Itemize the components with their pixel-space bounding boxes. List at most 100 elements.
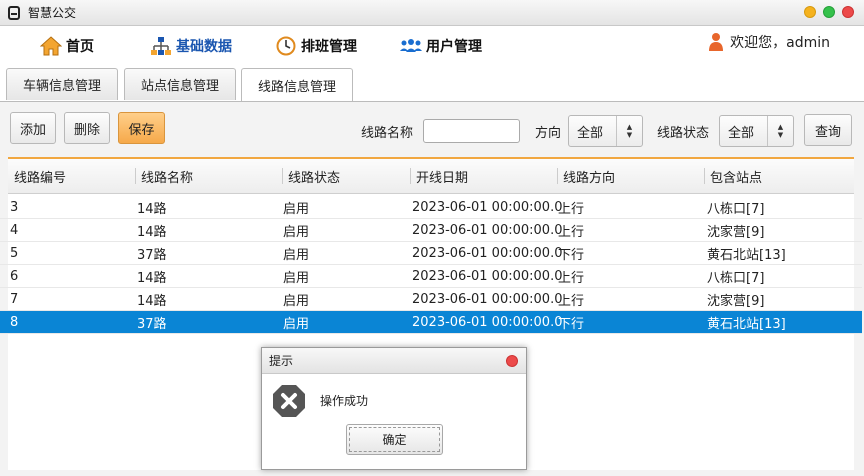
table-cell: 启用 [283,225,310,240]
bus-icon [8,5,20,20]
column-header[interactable]: 线路状态 [288,159,340,194]
users-icon [400,36,422,56]
nav-item-label: 用户管理 [426,39,482,55]
tab-route-info[interactable]: 线路信息管理 [241,68,353,102]
table-cell: 下行 [558,317,585,332]
table-cell: 2023-06-01 00:00:00.0 [412,200,563,215]
home-icon [40,36,62,56]
table-cell: 2023-06-01 00:00:00.0 [412,269,563,284]
table-cell: 启用 [283,202,310,217]
user-welcome: 欢迎您，admin [708,32,830,52]
table-cell: 5 [10,246,19,261]
table-cell: 八栋口[7] [707,271,765,286]
title-bar: 智慧公交 [0,0,864,26]
user-icon [708,32,724,52]
add-button[interactable]: 添加 [10,112,56,144]
dialog-ok-button[interactable]: 确定 [346,424,443,455]
table-row[interactable]: 5 37路 启用 2023-06-01 00:00:00.0 下行 黄石北站[13] [0,242,862,265]
minimize-button[interactable] [804,6,816,18]
table-cell: 上行 [558,202,585,217]
column-header[interactable]: 线路编号 [14,159,66,194]
table-row[interactable]: 4 14路 启用 2023-06-01 00:00:00.0 上行 沈家营[9] [0,219,862,242]
table-cell: 上行 [558,294,585,309]
status-label: 线路状态 [657,126,710,141]
nav-item-home[interactable]: 首页 [40,36,94,56]
spinner-arrows-icon: ▲ ▼ [767,116,793,146]
table-cell: 上行 [558,225,585,240]
table-cell: 3 [10,200,19,215]
table-cell: 2023-06-01 00:00:00.0 [412,246,563,261]
tab-label: 车辆信息管理 [22,79,101,94]
table-row[interactable]: 7 14路 启用 2023-06-01 00:00:00.0 上行 沈家营[9] [0,288,862,311]
route-name-label: 线路名称 [361,126,414,141]
table-cell: 37路 [137,248,167,263]
direction-select[interactable]: 全部 ▲ ▼ [568,115,643,147]
alert-dialog: 提示 操作成功 确定 [261,347,527,470]
maximize-button[interactable] [823,6,835,18]
column-header[interactable]: 线路方向 [563,159,615,194]
nav-item-label: 首页 [66,39,94,55]
table-cell: 上行 [558,271,585,286]
toolbar: 添加 删除 保存 线路名称 方向 全部 ▲ ▼ 线路状态 全部 ▲ ▼ 查询 [0,102,864,156]
table-cell: 启用 [283,294,310,309]
nav-item-schedule[interactable]: 排班管理 [275,36,357,56]
column-header[interactable]: 线路名称 [141,159,193,194]
window-controls [804,6,854,18]
table-cell: 2023-06-01 00:00:00.0 [412,292,563,307]
direction-label: 方向 [535,126,562,141]
column-header[interactable]: 包含站点 [710,159,762,194]
window-title: 智慧公交 [28,6,77,20]
dialog-close-button[interactable] [506,355,518,367]
table-cell: 启用 [283,317,310,332]
table-cell: 14路 [137,225,167,240]
table-row[interactable]: 8 37路 启用 2023-06-01 00:00:00.0 下行 黄石北站[13] [0,311,862,334]
status-select[interactable]: 全部 ▲ ▼ [719,115,794,147]
table-cell: 黄石北站[13] [707,248,786,263]
nav-item-label: 排班管理 [301,39,357,55]
nav-item-users[interactable]: 用户管理 [400,36,482,56]
table-cell: 启用 [283,248,310,263]
module-tabs: 车辆信息管理 站点信息管理 线路信息管理 [0,68,864,102]
table-cell: 37路 [137,317,167,332]
dialog-title: 提示 [269,354,294,368]
dialog-message: 操作成功 [320,394,369,408]
table-cell: 启用 [283,271,310,286]
tab-label: 站点信息管理 [140,79,219,94]
main-nav: 首页 基础数据 排班管理 用户管理 欢迎您，admin [0,26,864,68]
direction-value: 全部 [577,125,604,141]
table-cell: 14路 [137,271,167,286]
query-button[interactable]: 查询 [804,114,852,146]
table-header: 线路编号 线路名称 线路状态 开线日期 线路方向 包含站点 [8,159,854,194]
table-cell: 沈家营[9] [707,225,765,240]
spinner-arrows-icon: ▲ ▼ [616,116,642,146]
table-cell: 八栋口[7] [707,202,765,217]
table-cell: 黄石北站[13] [707,317,786,332]
table-cell: 7 [10,292,19,307]
save-button[interactable]: 保存 [118,112,165,144]
clock-icon [275,36,297,56]
column-header[interactable]: 开线日期 [416,159,468,194]
hierarchy-icon [150,36,172,56]
tab-station-info[interactable]: 站点信息管理 [124,68,236,100]
nav-item-basic-data[interactable]: 基础数据 [150,36,232,56]
table-row[interactable]: 6 14路 启用 2023-06-01 00:00:00.0 上行 八栋口[7] [0,265,862,288]
nav-item-label: 基础数据 [176,39,232,55]
error-x-icon [272,384,306,418]
route-name-input[interactable] [423,119,520,143]
table-cell: 2023-06-01 00:00:00.0 [412,315,563,330]
table-cell: 下行 [558,248,585,263]
tab-label: 线路信息管理 [257,80,336,95]
delete-button[interactable]: 删除 [64,112,110,144]
table-cell: 4 [10,223,19,238]
table-cell: 8 [10,315,19,330]
table-cell: 6 [10,269,19,284]
table-cell: 14路 [137,202,167,217]
tab-vehicle-info[interactable]: 车辆信息管理 [6,68,118,100]
status-value: 全部 [728,125,755,141]
table-row[interactable]: 3 14路 启用 2023-06-01 00:00:00.0 上行 八栋口[7] [0,196,862,219]
dialog-title-bar: 提示 [262,348,526,374]
table-cell: 14路 [137,294,167,309]
welcome-text: 欢迎您，admin [730,35,830,51]
table-cell: 沈家营[9] [707,294,765,309]
close-button[interactable] [842,6,854,18]
